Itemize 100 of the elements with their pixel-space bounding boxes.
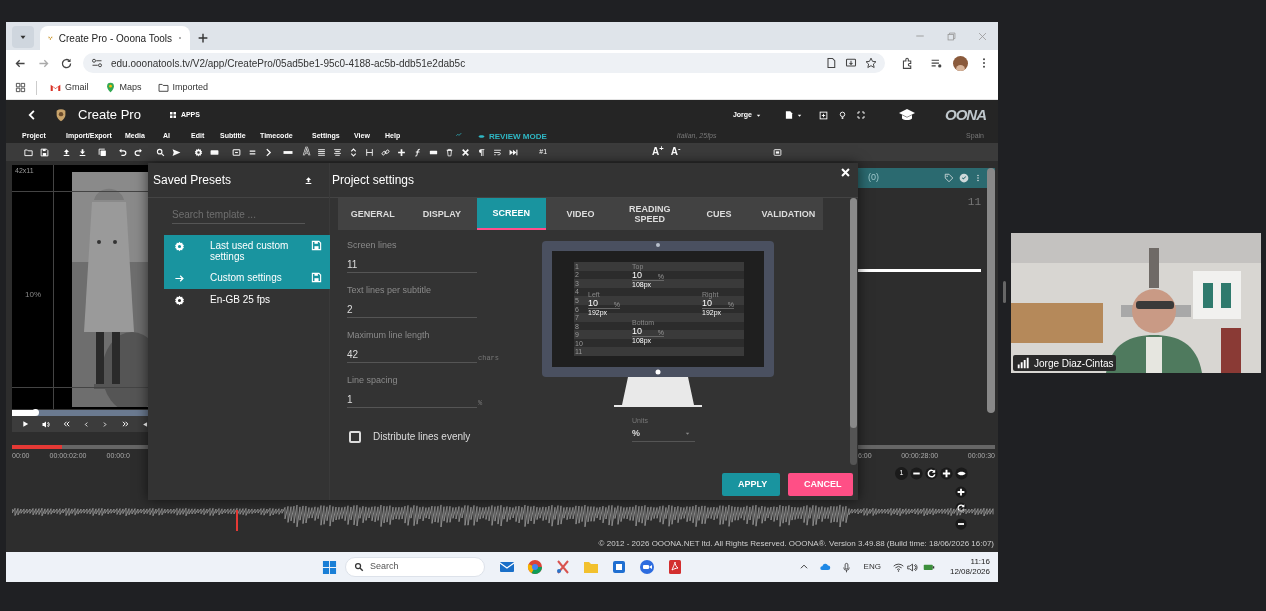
apply-button[interactable]: APPLY [722,473,780,496]
fullscreen-icon[interactable] [857,111,865,119]
upload-icon[interactable] [62,147,71,157]
bookmark[interactable]: Gmail [47,80,92,95]
camera-icon[interactable] [639,559,655,575]
checkbox[interactable] [349,430,361,443]
chevron-left-icon[interactable] [83,420,90,428]
triangle-left-icon[interactable] [141,420,148,428]
microphone-icon[interactable] [840,561,852,573]
pdf-icon[interactable] [667,559,683,575]
send-icon[interactable] [172,147,181,157]
upload-icon[interactable] [304,175,313,185]
scrollbar[interactable] [850,198,857,465]
chevron-up-icon[interactable] [798,562,809,572]
tag-icon[interactable] [944,173,954,183]
folder-icon[interactable] [24,147,33,157]
bookmark[interactable]: Maps [101,80,145,95]
resize-handle[interactable] [1003,281,1006,303]
frame-icon[interactable] [773,147,783,157]
font-size-button[interactable]: A$^{-}$ [670,147,681,157]
graduation-cap-icon[interactable] [897,107,917,123]
add-window-icon[interactable] [819,110,828,120]
settings-tab[interactable]: VALIDATION [753,198,823,230]
plus-icon[interactable] [955,486,967,498]
settings-tab[interactable]: CUES [684,198,754,230]
caption-icon[interactable] [232,147,241,157]
refresh-icon[interactable] [955,502,967,514]
ring-icon[interactable] [527,559,543,575]
envelope-icon[interactable] [499,559,515,575]
up-down-icon[interactable] [349,147,359,157]
address-bar[interactable]: edu.ooonatools.tv/V2/app/CreatePro/05ad5be1-95c0-4188-ac5b-ddb51e2dab5c [83,53,885,73]
trash-icon[interactable] [445,147,455,157]
minus-icon[interactable] [910,467,923,480]
extensions-icon[interactable] [901,56,914,70]
start-icon[interactable] [322,559,337,575]
install-icon[interactable] [845,57,857,69]
script-icon[interactable] [413,147,423,157]
eye-icon[interactable] [955,467,968,480]
document-icon[interactable] [611,559,627,575]
split-icon[interactable] [365,147,375,157]
volume-icon[interactable] [42,419,51,429]
clock[interactable]: 11:16 12/08/2026 [949,557,990,577]
plus-icon[interactable] [940,467,953,480]
search-icon[interactable] [156,147,165,157]
profile-avatar[interactable] [953,55,968,71]
settings-tab[interactable]: READING SPEED [615,198,685,230]
link-icon[interactable] [381,147,391,157]
settings-icon[interactable] [194,147,203,157]
preset-item[interactable]: Last used custom settings [164,235,330,267]
apps-grid-icon[interactable] [15,82,26,93]
font-size-button[interactable]: A$^{+}$ [652,147,664,157]
cloud-icon[interactable] [818,561,831,573]
preset-item[interactable]: En-GB 25 fps [164,289,330,311]
volume-icon[interactable] [906,561,918,573]
new-tab-icon[interactable] [196,31,210,45]
settings-tab[interactable]: GENERAL [338,198,408,230]
wrap-icon[interactable] [493,147,503,157]
language-menu[interactable] [784,110,803,120]
chevron-icon[interactable] [264,147,273,157]
align-icon[interactable] [317,147,327,157]
language-indicator[interactable]: ENG [863,561,881,573]
settings-tab[interactable]: SCREEN [476,198,546,230]
download-icon[interactable] [78,147,87,157]
wifi-icon[interactable] [892,561,904,573]
play-icon[interactable] [22,420,30,428]
star-icon[interactable] [865,57,877,69]
taskbar-search[interactable]: Search [345,557,485,577]
minus-icon[interactable] [955,518,967,530]
lines-icon[interactable] [248,147,257,157]
seek-handle[interactable] [32,409,40,416]
number-field[interactable]: 2 [347,302,477,318]
bookmark[interactable]: Imported [154,80,212,95]
copy-icon[interactable] [98,147,107,157]
scrollbar[interactable] [987,168,995,413]
scissors-icon[interactable] [555,559,571,575]
settings-tab[interactable]: DISPLAY [407,198,477,230]
number-field[interactable]: 42 [347,347,477,363]
number-field[interactable]: 11 [347,257,477,273]
redo-icon[interactable] [134,147,143,157]
pilcrow-icon[interactable] [477,147,487,157]
preset-item[interactable]: Custom settings [164,267,330,289]
number-field[interactable]: 1 [347,392,477,408]
review-mode-toggle[interactable]: REVIEW MODE [477,130,547,143]
center-align-icon[interactable] [333,147,343,157]
chevron-right-icon[interactable] [102,420,109,428]
outline-letter-button[interactable]: A [303,147,311,157]
units-dropdown[interactable]: % [632,426,695,442]
refresh-icon[interactable] [925,467,938,480]
more-icon[interactable] [974,173,982,183]
search-field[interactable]: Search template ... [172,206,305,224]
double-chevron-right-icon[interactable] [121,420,129,428]
double-chevron-left-icon[interactable] [63,420,71,428]
plus-icon[interactable] [397,147,407,157]
browser-tab[interactable]: Create Pro - Ooona Tools [40,26,190,50]
back-icon[interactable] [26,109,38,121]
lightbulb-icon[interactable] [838,110,847,120]
keyboard-icon[interactable] [210,147,219,157]
undo-icon[interactable] [118,147,127,157]
skip-end-icon[interactable] [509,147,519,157]
page-icon[interactable] [825,57,837,69]
